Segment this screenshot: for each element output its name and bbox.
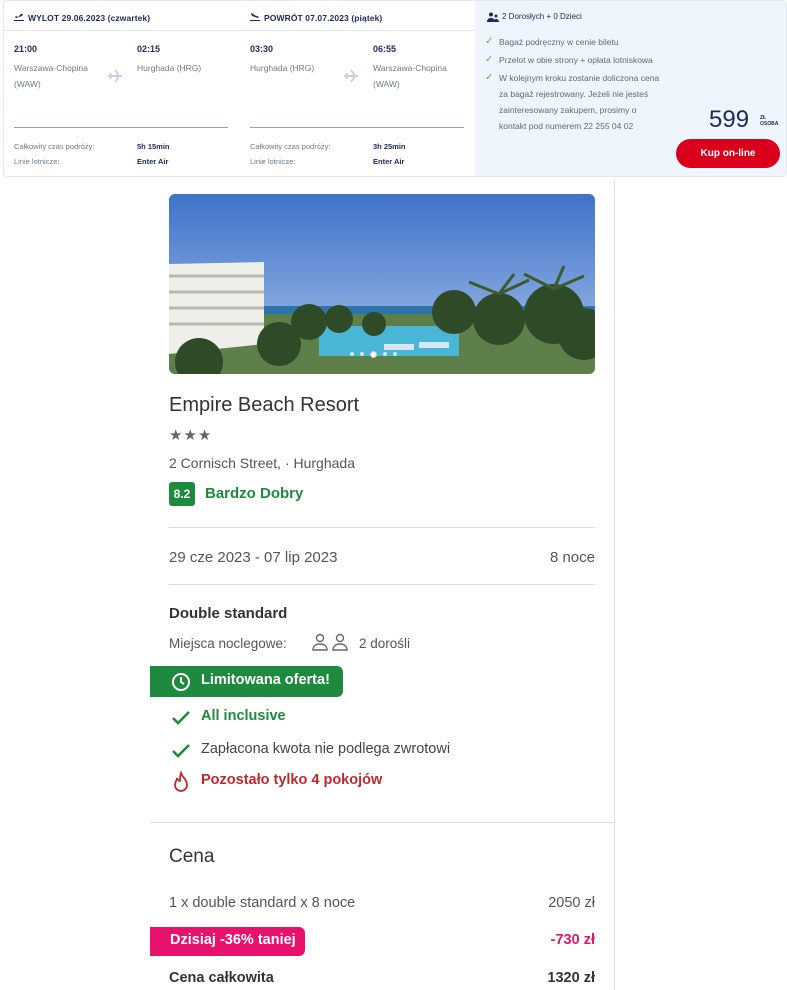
check-icon bbox=[171, 742, 191, 765]
outbound-header: WYLOT 29.06.2023 (czwartek) bbox=[14, 12, 150, 23]
outbound-departure-time: 21:00 bbox=[14, 44, 38, 54]
return-arrival-airport: Warszawa-Chopina (WAW) bbox=[373, 63, 447, 89]
return-airline-label: Linie lotnicze: bbox=[250, 157, 296, 166]
price-line-label: 1 x double standard x 8 noce bbox=[169, 895, 356, 911]
clock-icon bbox=[172, 673, 190, 691]
return-departure-time: 03:30 bbox=[250, 44, 274, 54]
check-icon: ✓ bbox=[485, 36, 494, 47]
return-airline: Enter Air bbox=[373, 157, 405, 166]
hotel-photo-gallery[interactable] bbox=[169, 194, 595, 374]
outbound-duration-label: Całkowity czas podróży: bbox=[14, 142, 95, 151]
refund-policy: Zapłacona kwota nie podlega zwrotowi bbox=[201, 741, 451, 757]
passengers: 2 Dorosłych + 0 Dzieci bbox=[487, 12, 582, 22]
discount-value: -730 zł bbox=[550, 932, 595, 948]
flame-icon bbox=[171, 769, 191, 798]
total-price-value: 1320 zł bbox=[547, 970, 595, 986]
outbound-arrival-time: 02:15 bbox=[137, 44, 161, 54]
outbound-date: WYLOT 29.06.2023 bbox=[28, 13, 106, 23]
gallery-dot[interactable] bbox=[350, 352, 354, 356]
outbound-leg: WYLOT 29.06.2023 (czwartek) 21:00 Warsza… bbox=[4, 1, 244, 176]
rooms-left-warning: Pozostało tylko 4 pokojów bbox=[201, 772, 383, 788]
stay-nights: 8 noce bbox=[549, 549, 595, 566]
buy-online-button[interactable]: Kup on-line bbox=[676, 139, 780, 168]
outbound-day: (czwartek) bbox=[107, 13, 151, 23]
hotel-name[interactable]: Empire Beach Resort bbox=[169, 394, 359, 417]
people-icon bbox=[487, 12, 499, 22]
feature-item: ✓ Bagaż podręczny w cenie biletu bbox=[485, 34, 665, 50]
price-section-title: Cena bbox=[169, 846, 215, 867]
card-border bbox=[614, 180, 615, 990]
return-arrival-time: 06:55 bbox=[373, 44, 397, 54]
hotel-photo bbox=[169, 194, 595, 374]
total-price-label: Cena całkowita bbox=[169, 970, 274, 986]
section-divider bbox=[150, 822, 615, 823]
outbound-duration: 5h 15min bbox=[137, 142, 170, 151]
price-line-value: 2050 zł bbox=[548, 895, 595, 911]
return-departure-airport: Hurghada (HRG) bbox=[250, 63, 315, 73]
return-header: POWRÓT 07.07.2023 (piątek) bbox=[250, 12, 382, 23]
room-type: Double standard bbox=[169, 605, 288, 622]
check-icon: ✓ bbox=[485, 54, 494, 65]
hotel-address: 2 Cornisch Street, · Hurghada bbox=[169, 455, 355, 471]
review-score: 8.2 bbox=[169, 482, 195, 506]
review-score-label: Bardzo Dobry bbox=[205, 485, 304, 502]
divider bbox=[169, 584, 595, 585]
limited-offer-badge: Limitowana oferta! bbox=[150, 666, 343, 697]
flight-summary-panel: WYLOT 29.06.2023 (czwartek) 21:00 Warsza… bbox=[3, 0, 787, 177]
outbound-arrival-airport: Hurghada (HRG) bbox=[137, 63, 202, 73]
gallery-dots[interactable] bbox=[350, 351, 397, 358]
limited-offer-label: Limitowana oferta! bbox=[201, 672, 330, 688]
flight-features: ✓ Bagaż podręczny w cenie biletu ✓ Przelot… bbox=[485, 34, 665, 136]
discount-label: Dzisiaj -36% taniej bbox=[170, 932, 296, 948]
landing-icon bbox=[250, 12, 260, 23]
price-per-person: 599 bbox=[709, 106, 750, 133]
return-leg: POWRÓT 07.07.2023 (piątek) 03:30 Hurghad… bbox=[236, 1, 480, 176]
price-unit: ZŁ OSOBA bbox=[760, 115, 779, 127]
return-duration-label: Całkowity czas podróży: bbox=[250, 142, 331, 151]
outbound-airline-label: Linie lotnicze: bbox=[14, 157, 60, 166]
star-rating: ★★★ bbox=[169, 427, 213, 444]
discount-badge: Dzisiaj -36% taniej bbox=[150, 927, 305, 956]
occupancy-label: Miejsca noclegowe: bbox=[169, 636, 287, 651]
return-date: POWRÓT 07.07.2023 bbox=[264, 13, 349, 23]
adults-icon bbox=[311, 633, 351, 658]
gallery-dot[interactable] bbox=[383, 352, 387, 356]
return-day: (piątek) bbox=[351, 13, 383, 23]
divider bbox=[169, 527, 595, 528]
stay-dates: 29 cze 2023 - 07 lip 2023 bbox=[169, 549, 338, 566]
board-type: All inclusive bbox=[201, 708, 286, 724]
takeoff-icon bbox=[14, 12, 24, 23]
occupancy-value: 2 dorośli bbox=[359, 636, 411, 651]
feature-item: ✓ Przelot w obie strony + opłata lotnisko… bbox=[485, 52, 665, 68]
check-icon bbox=[171, 709, 191, 732]
gallery-dot-active[interactable] bbox=[370, 351, 377, 358]
flight-info-box: 2 Dorosłych + 0 Dzieci ✓ Bagaż podręczny … bbox=[475, 1, 786, 176]
gallery-dot[interactable] bbox=[360, 352, 364, 356]
return-duration: 3h 25min bbox=[373, 142, 406, 151]
airplane-icon bbox=[106, 67, 124, 85]
outbound-airline: Enter Air bbox=[137, 157, 169, 166]
airplane-icon bbox=[342, 67, 360, 85]
outbound-departure-airport: Warszawa-Chopina (WAW) bbox=[14, 63, 88, 89]
check-icon: ✓ bbox=[485, 72, 494, 83]
feature-item: ✓ W kolejnym kroku zostanie doliczona cen… bbox=[485, 72, 660, 131]
gallery-dot[interactable] bbox=[393, 352, 397, 356]
passenger-count: 2 Dorosłych + 0 Dzieci bbox=[502, 12, 582, 22]
